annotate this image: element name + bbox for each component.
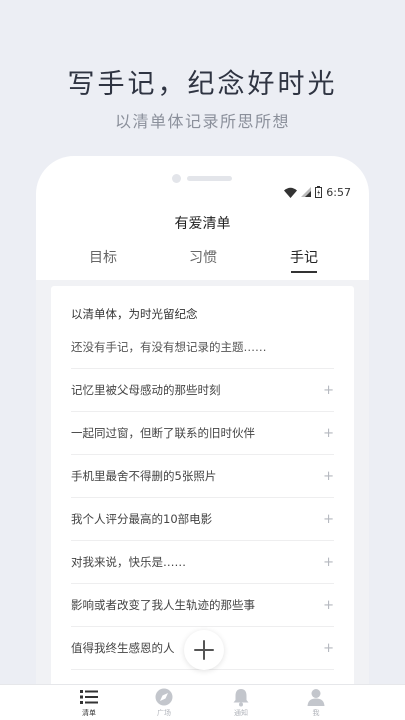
card-header: 以清单体，为时光留纪念 xyxy=(71,307,198,321)
list-item[interactable]: 手机里最舍不得删的5张照片 + xyxy=(71,455,334,498)
add-icon[interactable]: + xyxy=(323,598,334,613)
tab-goals[interactable]: 目标 xyxy=(73,247,133,267)
add-icon[interactable]: + xyxy=(323,469,334,484)
status-bar: 6:57 xyxy=(284,185,351,199)
active-tab-indicator xyxy=(291,271,317,273)
list-item-label: 手机里最舍不得删的5张照片 xyxy=(71,469,217,483)
list-item-label: 我个人评分最高的10部电影 xyxy=(71,512,213,526)
list-icon xyxy=(80,690,98,704)
empty-placeholder-text: 还没有手记，有没有想记录的主题…… xyxy=(71,340,267,354)
list-item-label: 一起同过窗，但断了联系的旧时伙伴 xyxy=(71,426,255,440)
empty-placeholder-row: 还没有手记，有没有想记录的主题…… xyxy=(71,326,334,369)
nav-label-notifications: 通知 xyxy=(234,709,248,717)
tab-bar: 目标 习惯 手记 xyxy=(36,247,369,275)
wifi-icon xyxy=(284,187,298,198)
app-title: 有爱清单 xyxy=(174,216,231,232)
nav-item-notifications[interactable]: 通知 xyxy=(211,687,271,718)
add-note-button[interactable] xyxy=(184,630,224,670)
status-time: 6:57 xyxy=(326,185,351,199)
plus-icon xyxy=(194,640,214,660)
tab-habits[interactable]: 习惯 xyxy=(173,247,233,267)
bottom-nav: 清单 广场 通知 我 xyxy=(0,684,405,720)
nav-label-me: 我 xyxy=(312,709,320,717)
add-icon[interactable]: + xyxy=(323,512,334,527)
list-item-label: 影响或者改变了我人生轨迹的那些事 xyxy=(71,598,255,612)
list-item-label: 对我来说，快乐是…… xyxy=(71,555,186,569)
phone-camera xyxy=(172,174,181,183)
nav-item-me[interactable]: 我 xyxy=(286,687,346,718)
nav-item-list[interactable]: 清单 xyxy=(59,687,119,718)
compass-icon xyxy=(155,688,173,706)
list-item[interactable]: 记忆里被父母感动的那些时刻 + xyxy=(71,369,334,412)
phone-speaker xyxy=(187,176,232,181)
nav-item-square[interactable]: 广场 xyxy=(134,687,194,718)
add-icon[interactable]: + xyxy=(323,383,334,398)
list-item-label: 值得我终生感恩的人 xyxy=(71,641,175,655)
list-item[interactable]: 一起同过窗，但断了联系的旧时伙伴 + xyxy=(71,412,334,455)
promo-subline: 以清单体记录所思所想 xyxy=(114,112,290,131)
notes-content[interactable]: 以清单体，为时光留纪念 还没有手记，有没有想记录的主题…… 记忆里被父母感动的那… xyxy=(36,280,369,690)
list-item[interactable]: 我个人评分最高的10部电影 + xyxy=(71,498,334,541)
nav-label-square: 广场 xyxy=(157,709,171,717)
promo-headline: 写手记，纪念好时光 xyxy=(67,69,338,100)
list-item[interactable]: 对我来说，快乐是…… + xyxy=(71,541,334,584)
add-icon[interactable]: + xyxy=(323,426,334,441)
user-icon xyxy=(307,689,325,706)
nav-label-list: 清单 xyxy=(82,709,96,717)
battery-icon xyxy=(315,186,323,198)
add-icon[interactable]: + xyxy=(323,641,334,656)
phone-frame: 6:57 有爱清单 目标 习惯 手记 以清单体，为时光留纪念 还没有手记，有没有… xyxy=(36,156,369,720)
bell-icon xyxy=(233,689,249,707)
add-icon[interactable]: + xyxy=(323,555,334,570)
list-item[interactable]: 影响或者改变了我人生轨迹的那些事 + xyxy=(71,584,334,627)
list-item-label: 记忆里被父母感动的那些时刻 xyxy=(71,383,221,397)
tab-notes[interactable]: 手记 xyxy=(274,247,334,267)
signal-icon xyxy=(301,187,312,197)
